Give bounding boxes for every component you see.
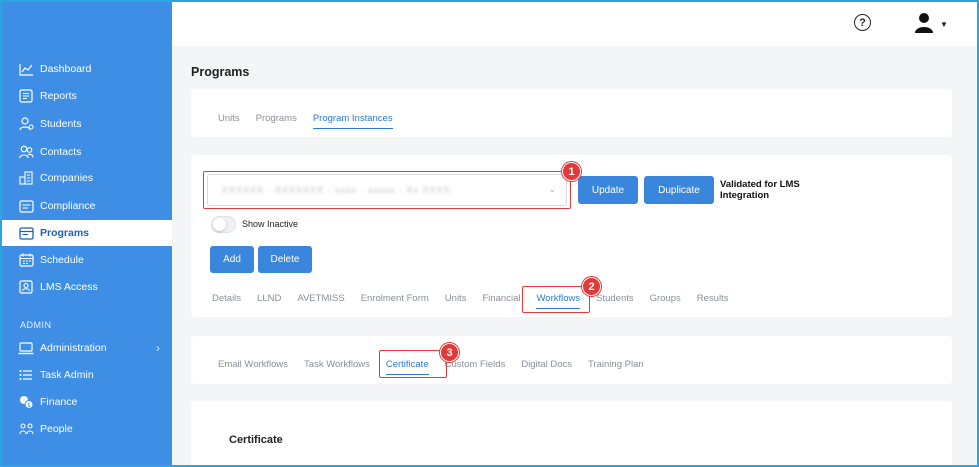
laptop-icon	[18, 341, 34, 355]
tab-workflows[interactable]: Workflows	[536, 293, 580, 309]
tab-digital-docs[interactable]: Digital Docs	[521, 359, 572, 370]
tab-certificate[interactable]: Certificate	[385, 359, 429, 375]
tab-programs[interactable]: Programs	[256, 113, 297, 124]
add-button[interactable]: Add	[210, 246, 254, 273]
sidebar-item-people[interactable]: People	[2, 416, 172, 442]
instance-detail-tabs: Details LLND AVETMISS Enrolment Form Uni…	[212, 293, 729, 309]
sidebar-item-label: Contacts	[40, 146, 82, 158]
tab-task-workflows[interactable]: Task Workflows	[304, 359, 370, 370]
contacts-icon	[18, 145, 34, 159]
sidebar-item-finance[interactable]: $ Finance	[2, 389, 172, 415]
coins-icon: $	[18, 395, 34, 409]
tab-program-instances[interactable]: Program Instances	[312, 113, 393, 129]
admin-section-label: ADMIN	[20, 320, 52, 330]
tab-units[interactable]: Units	[445, 293, 467, 304]
chevron-right-icon: ›	[156, 341, 160, 355]
tab-avetmiss[interactable]: AVETMISS	[297, 293, 344, 304]
programs-icon	[18, 226, 34, 240]
svg-text:$: $	[27, 402, 31, 409]
show-inactive-label: Show Inactive	[242, 219, 299, 229]
tab-groups[interactable]: Groups	[650, 293, 681, 304]
sidebar-item-students[interactable]: Students	[2, 111, 172, 137]
callout-badge-2: 2	[582, 277, 601, 296]
workflow-tabs: Email Workflows Task Workflows Certifica…	[218, 359, 644, 375]
students-icon	[18, 117, 34, 131]
sidebar-item-lms-access[interactable]: LMS Access	[2, 274, 172, 300]
sidebar-item-compliance[interactable]: Compliance	[2, 193, 172, 219]
show-inactive-toggle[interactable]	[211, 216, 236, 233]
selected-instance-value: XXXXXX - XXXXXXX - xxxx - xxxxx - Xx XXX…	[222, 185, 451, 195]
sidebar-item-dashboard[interactable]: Dashboard	[2, 56, 172, 82]
sidebar-item-label: Task Admin	[40, 369, 94, 381]
program-instance-select[interactable]: XXXXXX - XXXXXXX - xxxx - xxxxx - Xx XXX…	[207, 174, 567, 206]
tab-students[interactable]: Students	[596, 293, 634, 304]
chevron-down-icon[interactable]: ▼	[940, 20, 948, 29]
tab-training-plan[interactable]: Training Plan	[588, 359, 644, 370]
list-icon	[18, 368, 34, 382]
sidebar-item-schedule[interactable]: Schedule	[2, 247, 172, 273]
help-icon[interactable]: ?	[854, 14, 871, 31]
lms-icon	[18, 280, 34, 294]
callout-badge-1: 1	[562, 162, 581, 181]
sidebar-item-reports[interactable]: Reports	[2, 83, 172, 109]
compliance-icon	[18, 199, 34, 213]
chart-line-icon	[18, 62, 34, 76]
sidebar-item-label: People	[40, 423, 73, 435]
sidebar-item-label: Companies	[40, 172, 94, 184]
sidebar: Dashboard Reports Students Contacts Comp…	[2, 2, 172, 465]
schedule-icon	[18, 253, 34, 267]
sidebar-item-label: Schedule	[40, 254, 84, 266]
companies-icon	[18, 171, 34, 185]
sidebar-item-administration[interactable]: Administration ›	[2, 335, 172, 361]
sidebar-item-label: LMS Access	[40, 281, 98, 293]
program-tabs: Units Programs Program Instances	[218, 113, 393, 129]
delete-button[interactable]: Delete	[258, 246, 312, 273]
lms-validation-label: Validated for LMS Integration	[720, 179, 800, 201]
sidebar-item-label: Students	[40, 118, 82, 130]
tab-email-workflows[interactable]: Email Workflows	[218, 359, 288, 370]
sidebar-item-label: Administration	[40, 342, 107, 354]
tab-enrolment-form[interactable]: Enrolment Form	[361, 293, 429, 304]
sidebar-item-label: Dashboard	[40, 63, 92, 75]
sidebar-item-companies[interactable]: Companies	[2, 165, 172, 191]
tab-financial[interactable]: Financial	[482, 293, 520, 304]
sidebar-item-label: Compliance	[40, 200, 96, 212]
people-icon	[18, 422, 34, 436]
callout-badge-3: 3	[440, 343, 459, 362]
sidebar-item-label: Reports	[40, 90, 77, 102]
app-window: Dashboard Reports Students Contacts Comp…	[0, 0, 979, 467]
sidebar-item-label: Programs	[40, 227, 90, 239]
toggle-knob	[213, 218, 226, 231]
sidebar-item-task-admin[interactable]: Task Admin	[2, 362, 172, 388]
certificate-card	[191, 401, 952, 465]
user-avatar-icon[interactable]	[914, 12, 934, 34]
sidebar-item-programs[interactable]: Programs	[2, 220, 172, 246]
report-icon	[18, 89, 34, 103]
topbar: ? ▼	[172, 2, 977, 46]
chevron-down-icon: ⌄	[548, 184, 556, 194]
tab-llnd[interactable]: LLND	[257, 293, 281, 304]
tab-units[interactable]: Units	[218, 113, 240, 124]
tab-details[interactable]: Details	[212, 293, 241, 304]
certificate-title: Certificate	[229, 434, 283, 446]
page-title: Programs	[191, 65, 250, 79]
duplicate-button[interactable]: Duplicate	[644, 176, 714, 204]
sidebar-item-contacts[interactable]: Contacts	[2, 139, 172, 165]
tab-results[interactable]: Results	[697, 293, 729, 304]
sidebar-item-label: Finance	[40, 396, 78, 408]
update-button[interactable]: Update	[578, 176, 638, 204]
